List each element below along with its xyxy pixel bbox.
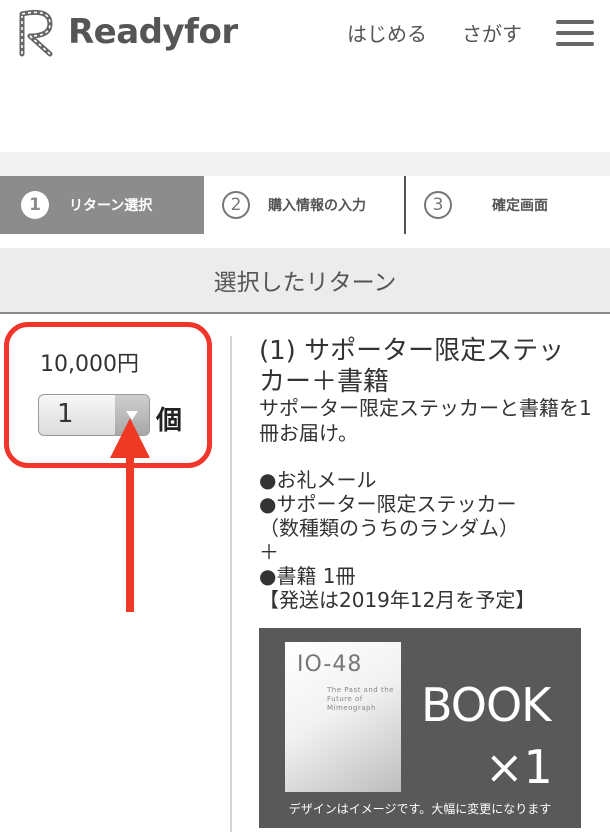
column-divider xyxy=(230,336,232,832)
step-label-2: 購入情報の入力 xyxy=(268,198,366,214)
step-return-select: 1 リターン選択 xyxy=(0,176,204,234)
step-confirm: 3 確定画面 xyxy=(406,176,610,234)
annotation-arrow-shaft xyxy=(126,450,134,612)
list-item: ●サポーター限定ステッカー xyxy=(259,492,517,516)
return-title: (1) サポーター限定ステッカー＋書籍 xyxy=(259,336,565,397)
book-image: IO-48 The Past and the Future of Mimeogr… xyxy=(259,628,581,828)
book-cover-subtitle: The Past and the Future of Mimeograph xyxy=(327,686,394,712)
menu-icon[interactable] xyxy=(556,18,594,46)
list-item: ●お礼メール xyxy=(259,468,377,492)
progress-steps: 1 リターン選択 2 購入情報の入力 3 確定画面 xyxy=(0,176,610,234)
list-item: ＋ xyxy=(259,540,279,564)
step-number-2: 2 xyxy=(222,191,250,219)
quantity-unit-label: 個 xyxy=(156,406,183,436)
step-label-1: リターン選択 xyxy=(69,198,153,214)
readyfor-logo-icon xyxy=(19,9,53,57)
nav-start-link[interactable]: はじめる xyxy=(347,18,427,47)
nav-search-link[interactable]: さがす xyxy=(462,18,522,47)
step-label-3: 確定画面 xyxy=(492,198,548,214)
step-purchase-info: 2 購入情報の入力 xyxy=(204,176,404,234)
list-item: ●書籍 1冊 xyxy=(259,564,356,588)
annotation-arrow-head-icon xyxy=(110,418,150,458)
step-number-3: 3 xyxy=(424,191,452,219)
logo-text: Readyfor xyxy=(68,12,238,52)
site-logo[interactable]: Readyfor xyxy=(14,4,238,60)
step-number-1: 1 xyxy=(21,191,49,219)
book-label: BOOK xyxy=(421,678,551,732)
book-quantity: ×1 xyxy=(485,740,553,794)
quantity-value: 1 xyxy=(57,399,74,429)
list-item: 【発送は2019年12月を予定】 xyxy=(259,588,536,612)
book-image-note: デザインはイメージです。大幅に変更になります xyxy=(288,802,552,816)
return-description: サポーター限定ステッカーと書籍を1冊お届け。 xyxy=(259,396,592,445)
book-cover-title: IO-48 xyxy=(297,652,363,677)
book-cover: IO-48 The Past and the Future of Mimeogr… xyxy=(285,642,401,792)
list-item: （数種類のうちのランダム） xyxy=(259,516,519,540)
header-spacer-band xyxy=(0,152,610,176)
site-header: Readyfor はじめる さがす xyxy=(0,0,610,70)
return-price: 10,000円 xyxy=(40,352,139,377)
section-heading: 選択したリターン xyxy=(0,248,610,314)
return-contents-list: ●お礼メール ●サポーター限定ステッカー （数種類のうちのランダム） ＋ ●書籍… xyxy=(259,468,599,612)
